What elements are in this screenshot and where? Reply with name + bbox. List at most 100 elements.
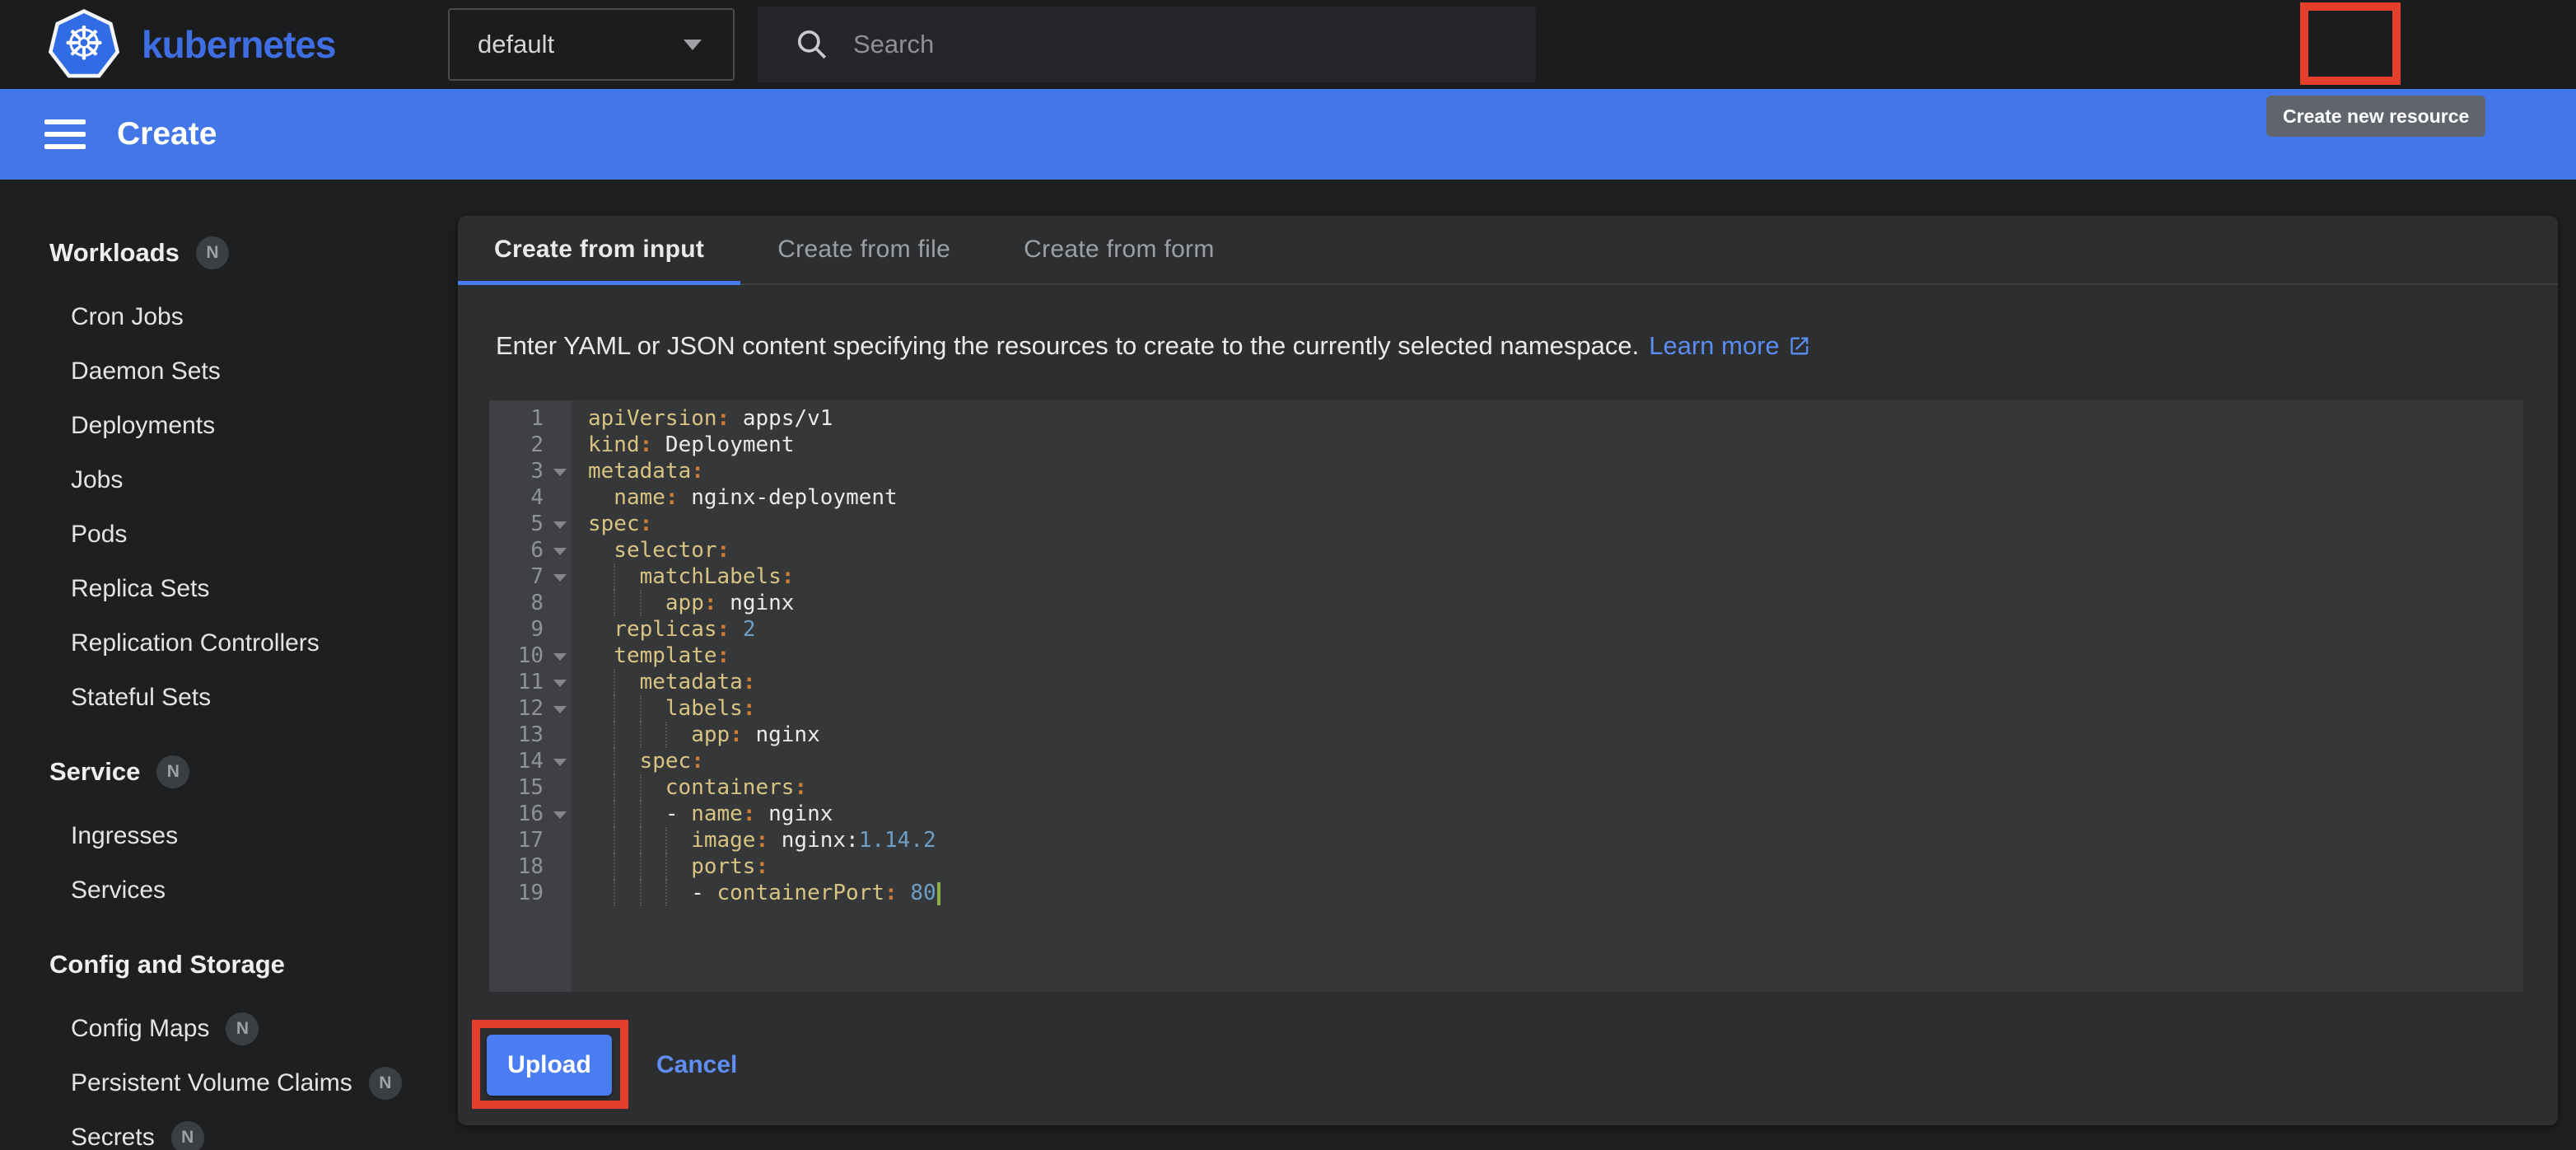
code-line[interactable]: metadata:	[588, 458, 2523, 484]
code-line[interactable]: - containerPort: 80	[588, 880, 2523, 906]
fold-arrow-icon[interactable]	[553, 680, 567, 687]
code-token: template	[614, 643, 716, 668]
sidebar-item-deployments[interactable]: Deployments	[0, 399, 458, 453]
search-bar[interactable]	[758, 7, 1536, 82]
sidebar-item-daemon-sets[interactable]: Daemon Sets	[0, 344, 458, 399]
editor-gutter: 12345678910111213141516171819	[489, 400, 572, 992]
sidebar-item-config-maps[interactable]: Config MapsN	[0, 1002, 458, 1056]
sidebar-item-label: Pods	[71, 521, 127, 549]
upload-button-wrap: Upload	[472, 1020, 627, 1110]
top-bar: ☸ kubernetes default	[0, 0, 2576, 89]
code-line[interactable]: containers:	[588, 774, 2523, 801]
code-token: :	[717, 617, 730, 642]
indent-guide	[640, 722, 665, 748]
description-text: Enter YAML or JSON content specifying th…	[496, 331, 1811, 361]
active-tab-indicator	[458, 281, 740, 285]
sidebar-item-jobs[interactable]: Jobs	[0, 453, 458, 507]
fold-arrow-icon[interactable]	[553, 469, 567, 476]
code-token: :	[743, 670, 756, 694]
code-token: :	[794, 775, 807, 800]
fold-arrow-icon[interactable]	[553, 811, 567, 819]
code-line[interactable]: ports:	[588, 853, 2523, 880]
fold-arrow-icon[interactable]	[553, 759, 567, 766]
namespace-select[interactable]: default	[448, 8, 735, 81]
nav-header-gap	[0, 280, 458, 290]
sidebar-item-label: Deployments	[71, 412, 215, 440]
tab-create-from-form[interactable]: Create from form	[987, 216, 1251, 283]
code-token: nginx	[743, 722, 820, 747]
code-line[interactable]: app: nginx	[588, 590, 2523, 616]
code-line[interactable]: app: nginx	[588, 722, 2523, 748]
code-line[interactable]: spec:	[588, 511, 2523, 537]
sidebar-item-label: Persistent Volume Claims	[71, 1069, 352, 1097]
chevron-down-icon	[684, 40, 702, 50]
code-token	[898, 881, 911, 905]
sidebar-item-pods[interactable]: Pods	[0, 507, 458, 562]
indent-guide	[640, 801, 665, 827]
yaml-editor[interactable]: 12345678910111213141516171819 apiVersion…	[489, 400, 2523, 992]
external-link-icon[interactable]	[1788, 334, 1811, 358]
sidebar-group-config-and-storage[interactable]: Config and Storage	[0, 937, 458, 992]
editor-content[interactable]: apiVersion: apps/v1kind: Deploymentmetad…	[572, 400, 2523, 992]
menu-button[interactable]	[44, 119, 86, 149]
sidebar-item-label: Secrets	[71, 1124, 155, 1150]
upload-button[interactable]: Upload	[487, 1035, 612, 1096]
sidebar-group-service[interactable]: ServiceN	[0, 745, 458, 799]
code-line[interactable]: metadata:	[588, 669, 2523, 695]
indent-space	[588, 484, 614, 511]
line-number: 14	[489, 748, 572, 774]
code-token: 1.14.2	[859, 828, 936, 853]
code-line[interactable]: apiVersion: apps/v1	[588, 405, 2523, 432]
indent-space	[588, 590, 614, 616]
sidebar-item-replica-sets[interactable]: Replica Sets	[0, 562, 458, 616]
indent-space	[588, 853, 614, 880]
tab-label: Create from input	[494, 236, 704, 264]
sidebar-group-workloads[interactable]: WorkloadsN	[0, 226, 458, 280]
sidebar-item-stateful-sets[interactable]: Stateful Sets	[0, 671, 458, 725]
code-token: :	[691, 749, 704, 774]
indent-guide	[640, 590, 665, 616]
sidebar-item-replication-controllers[interactable]: Replication Controllers	[0, 616, 458, 671]
code-line[interactable]: kind: Deployment	[588, 432, 2523, 458]
brand-home-link[interactable]: ☸ kubernetes	[48, 9, 335, 80]
fold-arrow-icon[interactable]	[553, 706, 567, 713]
code-line[interactable]: replicas: 2	[588, 616, 2523, 643]
sidebar-item-cron-jobs[interactable]: Cron Jobs	[0, 290, 458, 344]
tab-create-from-input[interactable]: Create from input	[458, 216, 740, 283]
line-number: 3	[489, 458, 572, 484]
sidebar-item-secrets[interactable]: SecretsN	[0, 1110, 458, 1150]
sidebar-item-ingresses[interactable]: Ingresses	[0, 809, 458, 863]
fold-arrow-icon[interactable]	[553, 548, 567, 555]
code-line[interactable]: image: nginx:1.14.2	[588, 827, 2523, 853]
fold-arrow-icon[interactable]	[553, 521, 567, 529]
tab-create-from-file[interactable]: Create from file	[740, 216, 987, 283]
code-line[interactable]: matchLabels:	[588, 563, 2523, 590]
code-token: nginx:	[768, 828, 859, 853]
indent-space	[588, 695, 614, 722]
learn-more-link[interactable]: Learn more	[1649, 331, 1780, 361]
line-number: 9	[489, 616, 572, 643]
indent-guide	[640, 827, 665, 853]
sidebar-item-services[interactable]: Services	[0, 863, 458, 918]
code-token: containerPort	[717, 881, 885, 905]
tooltip-create-new-resource: Create new resource	[2266, 96, 2485, 137]
code-token	[730, 617, 743, 642]
code-line[interactable]: template:	[588, 643, 2523, 669]
code-line[interactable]: selector:	[588, 537, 2523, 563]
code-token: :	[743, 802, 756, 826]
new-badge: N	[226, 1012, 259, 1045]
code-token: ports	[691, 854, 755, 879]
code-line[interactable]: labels:	[588, 695, 2523, 722]
indent-space	[588, 880, 614, 906]
code-line[interactable]: spec:	[588, 748, 2523, 774]
search-input[interactable]	[853, 30, 1536, 59]
code-line[interactable]: name: nginx-deployment	[588, 484, 2523, 511]
fold-arrow-icon[interactable]	[553, 574, 567, 582]
fold-arrow-icon[interactable]	[553, 653, 567, 661]
nav-header-gap	[0, 992, 458, 1002]
code-line[interactable]: - name: nginx	[588, 801, 2523, 827]
cancel-button[interactable]: Cancel	[656, 1051, 737, 1079]
sidebar-item-persistent-volume-claims[interactable]: Persistent Volume ClaimsN	[0, 1056, 458, 1110]
line-number: 6	[489, 537, 572, 563]
indent-space	[588, 643, 614, 669]
